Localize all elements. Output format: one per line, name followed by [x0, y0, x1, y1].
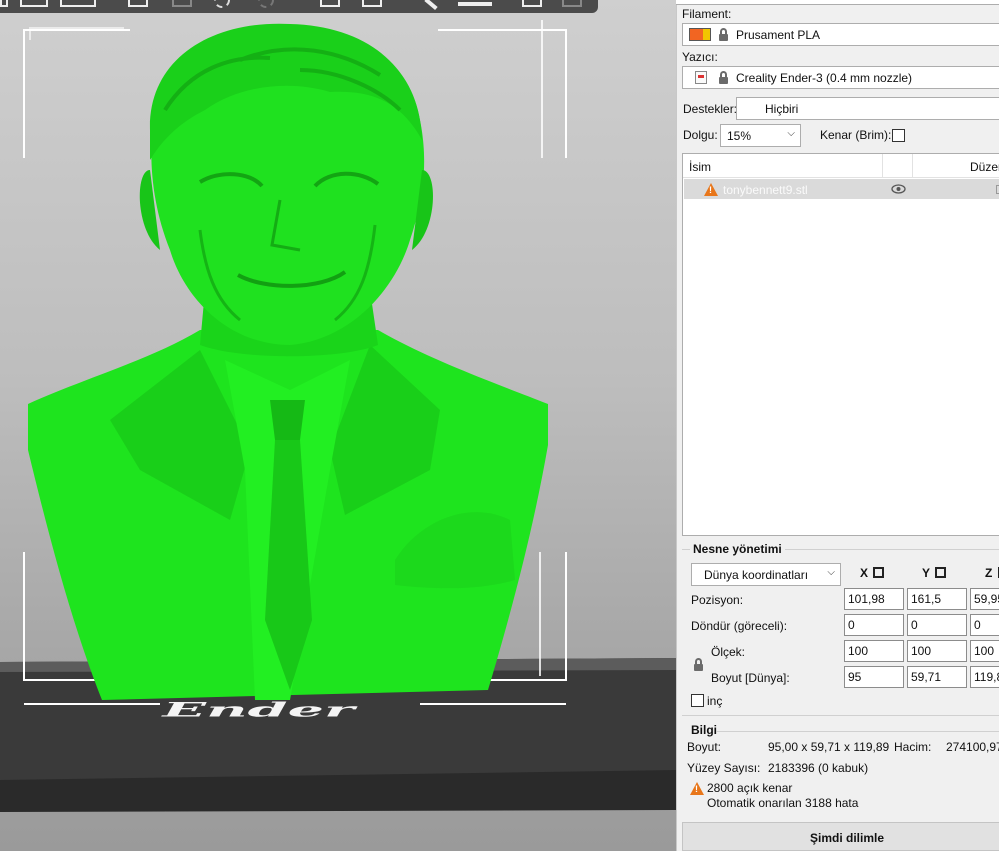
info-facets-label: Yüzey Sayısı: — [687, 761, 761, 775]
position-label: Pozisyon: — [691, 593, 744, 607]
top-toolbar — [0, 0, 598, 13]
size-x-input[interactable]: 95 — [844, 666, 904, 688]
printer-value: Creality Ender-3 (0.4 mm nozzle) — [736, 71, 913, 85]
bed-logo: Ender — [161, 698, 359, 721]
rotate-x-input[interactable]: 0 — [844, 614, 904, 636]
filament-color-swatch[interactable] — [689, 28, 711, 41]
toolbar-search-icon[interactable] — [424, 0, 438, 11]
toolbar-split-icon[interactable] — [320, 0, 340, 7]
toolbar-layer-editing-icon[interactable] — [458, 2, 492, 6]
slice-now-button[interactable]: Şimdi dilimle — [682, 822, 999, 851]
scale-label: Ölçek: — [711, 645, 746, 659]
supports-label: Destekler: — [683, 102, 738, 116]
size-y-input[interactable]: 59,71 — [907, 666, 967, 688]
3d-viewport[interactable]: Ender — [0, 0, 676, 851]
toolbar-layers-icon[interactable] — [362, 0, 382, 7]
chevron-down-icon: ⌵ — [827, 567, 835, 578]
object-manipulation-title: Nesne yönetimi — [690, 542, 785, 556]
rotate-z-input[interactable]: 0 — [970, 614, 999, 636]
warning-icon — [704, 183, 718, 196]
object-list[interactable]: İsim Düzen tonybennett9.stl — [682, 153, 999, 536]
filament-label: Filament: — [682, 7, 732, 21]
inch-checkbox[interactable] — [691, 694, 704, 707]
info-warning-line1: 2800 açık kenar — [707, 781, 793, 795]
infill-label: Dolgu: — [683, 128, 718, 142]
list-item[interactable]: tonybennett9.stl — [684, 179, 999, 199]
filament-value: Prusament PLA — [736, 28, 821, 42]
model-bust — [28, 23, 548, 700]
toolbar-extra-icon[interactable] — [562, 0, 582, 7]
scale-z-input[interactable]: 100 — [970, 640, 999, 662]
scale-x-input[interactable]: 100 — [844, 640, 904, 662]
lock-icon — [719, 28, 728, 41]
printer-label: Yazıcı: — [682, 50, 718, 64]
toolbar-variable-height-icon[interactable] — [522, 0, 542, 7]
scale-y-input[interactable]: 100 — [907, 640, 967, 662]
lock-icon[interactable] — [694, 658, 703, 671]
info-size-value: 95,00 x 59,71 x 119,89 — [768, 740, 890, 754]
lock-icon — [719, 71, 728, 84]
object-list-header: İsim Düzen — [683, 154, 999, 178]
info-volume-value: 274100,97 — [946, 740, 999, 754]
info-warning-line2: Otomatik onarılan 3188 hata — [707, 796, 859, 810]
brim-label: Kenar (Brim): — [820, 128, 892, 142]
info-title: Bilgi — [691, 723, 717, 737]
column-editing[interactable]: Düzen — [970, 160, 999, 174]
supports-combo[interactable]: Hiçbiri — [736, 97, 999, 120]
info-facets-value: 2183396 (0 kabuk) — [768, 761, 869, 775]
infill-value: 15% — [727, 129, 752, 143]
printer-icon — [695, 71, 707, 84]
drop-to-bed-x-icon — [873, 567, 885, 578]
axis-x-label: X — [860, 566, 885, 580]
coordinate-system-value: Dünya koordinatları — [704, 568, 809, 582]
inch-label: inç — [707, 694, 723, 708]
rotate-y-input[interactable]: 0 — [907, 614, 967, 636]
position-x-input[interactable]: 101,98 — [844, 588, 904, 610]
brim-checkbox[interactable] — [892, 129, 905, 142]
size-label: Boyut [Dünya]: — [711, 671, 790, 685]
panel-top-combo-edge — [676, 0, 999, 5]
toolbar-paste-icon[interactable] — [172, 0, 192, 7]
column-name[interactable]: İsim — [689, 160, 711, 174]
warning-icon — [690, 782, 704, 795]
toolbar-add-icon[interactable] — [0, 0, 8, 7]
filament-combo[interactable]: Prusament PLA — [682, 23, 999, 46]
toolbar-delete-icon[interactable] — [20, 0, 48, 7]
printer-combo[interactable]: Creality Ender-3 (0.4 mm nozzle) — [682, 66, 999, 89]
object-name: tonybennett9.stl — [723, 183, 808, 197]
rotate-label: Döndür (göreceli): — [691, 619, 788, 633]
eye-icon[interactable] — [891, 184, 906, 194]
toolbar-arrange-icon[interactable] — [60, 0, 96, 7]
toolbar-redo-icon[interactable] — [258, 0, 274, 8]
drop-to-bed-y-icon — [935, 567, 947, 578]
infill-combo[interactable]: 15% ⌵ — [720, 124, 801, 147]
chevron-down-icon: ⌵ — [787, 128, 795, 139]
toolbar-undo-icon[interactable] — [214, 0, 230, 8]
position-y-input[interactable]: 161,5 — [907, 588, 967, 610]
supports-value: Hiçbiri — [765, 102, 799, 116]
axis-y-label: Y — [922, 566, 947, 580]
scene-canvas[interactable]: Ender — [0, 0, 676, 851]
size-z-input[interactable]: 119,89 — [970, 666, 999, 688]
info-volume-label: Hacim: — [894, 740, 932, 754]
position-z-input[interactable]: 59,95 — [970, 588, 999, 610]
toolbar-copy-icon[interactable] — [128, 0, 148, 7]
info-size-label: Boyut: — [687, 740, 722, 754]
coordinate-system-combo[interactable]: Dünya koordinatları ⌵ — [691, 563, 841, 586]
axis-z-label: Z — [985, 566, 999, 580]
